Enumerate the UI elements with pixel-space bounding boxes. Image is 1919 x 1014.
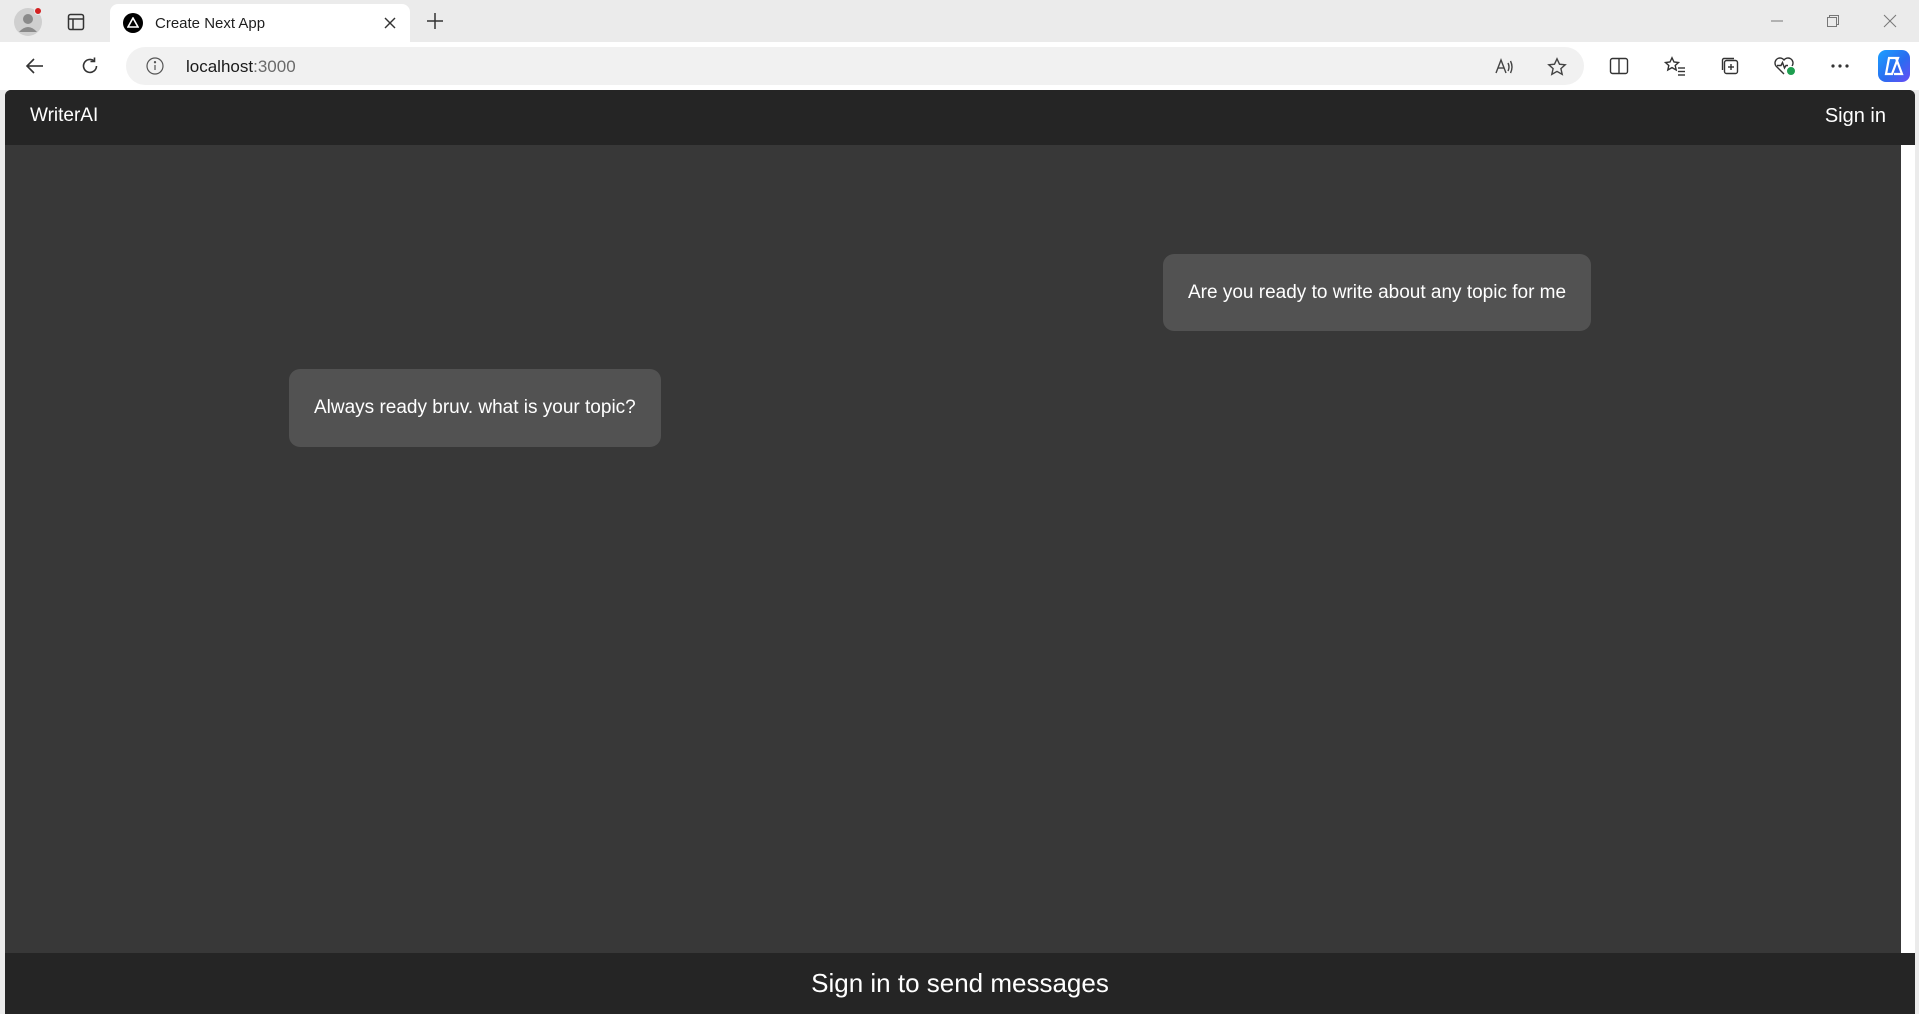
favorite-star-icon[interactable] xyxy=(1545,55,1569,79)
read-aloud-icon[interactable] xyxy=(1492,55,1516,79)
split-screen-icon[interactable] xyxy=(1605,52,1633,80)
signin-prompt-bar: Sign in to send messages xyxy=(5,953,1915,1014)
reload-icon[interactable] xyxy=(75,51,105,81)
user-message-bubble: Are you ready to write about any topic f… xyxy=(1163,254,1592,331)
new-tab-icon[interactable] xyxy=(420,7,450,35)
window-minimize-icon[interactable] xyxy=(1762,8,1792,34)
notification-dot xyxy=(34,7,42,15)
tab-close-icon[interactable] xyxy=(380,13,400,33)
back-arrow-icon[interactable] xyxy=(20,51,50,81)
collections-icon[interactable] xyxy=(1716,52,1744,80)
browser-toolbar: localhost:3000 xyxy=(0,42,1919,90)
address-url: localhost:3000 xyxy=(186,57,296,77)
site-info-icon[interactable] xyxy=(146,57,164,75)
tab-actions-icon[interactable] xyxy=(62,8,90,36)
copilot-icon[interactable] xyxy=(1878,50,1910,82)
address-bar[interactable]: localhost:3000 xyxy=(126,47,1584,85)
page-scrollbar[interactable] xyxy=(1901,145,1915,953)
url-host: localhost xyxy=(186,57,254,76)
profile-avatar-icon[interactable] xyxy=(14,7,42,36)
favorites-list-icon[interactable] xyxy=(1661,52,1689,80)
sign-in-button[interactable]: Sign in xyxy=(1825,105,1886,128)
browser-tab-active[interactable]: Create Next App xyxy=(110,4,410,42)
assistant-message-bubble: Always ready bruv. what is your topic? xyxy=(289,369,661,447)
more-options-icon[interactable] xyxy=(1826,52,1854,80)
chat-message-list: Are you ready to write about any topic f… xyxy=(5,145,1901,953)
page-viewport: WriterAI Sign in Are you ready to write … xyxy=(5,90,1915,1014)
browser-essentials-icon[interactable] xyxy=(1771,52,1799,80)
browser-tabstrip: Create Next App xyxy=(0,0,1919,42)
signin-prompt-text[interactable]: Sign in to send messages xyxy=(811,968,1109,999)
tab-title: Create Next App xyxy=(155,15,266,32)
url-port: :3000 xyxy=(253,57,296,76)
window-close-icon[interactable] xyxy=(1875,8,1905,34)
app-header: WriterAI Sign in xyxy=(5,90,1915,145)
brand-logo[interactable]: WriterAI xyxy=(30,105,98,127)
nextjs-favicon-icon xyxy=(123,13,143,33)
window-restore-icon[interactable] xyxy=(1818,8,1848,34)
